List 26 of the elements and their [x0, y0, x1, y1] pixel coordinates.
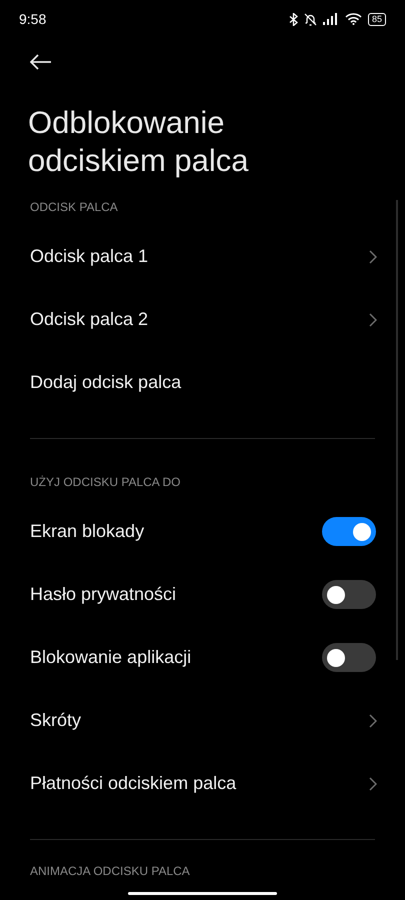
chevron-right-icon: [369, 312, 377, 326]
setting-label: Odcisk palca 1: [30, 245, 148, 268]
chevron-right-icon: [369, 714, 377, 728]
toggle-switch[interactable]: [322, 580, 376, 609]
section-header: UŻYJ ODCISKU PALCA DO: [30, 475, 180, 490]
back-arrow-icon[interactable]: [30, 54, 52, 70]
setting-label: Płatności odciskiem palca: [30, 772, 236, 795]
bluetooth-icon: [288, 12, 298, 26]
setting-label: Dodaj odcisk palca: [30, 371, 182, 394]
section-header: ANIMACJA ODCISKU PALCA: [30, 864, 190, 879]
status-time: 9:58: [19, 10, 46, 28]
chevron-right-icon: [369, 250, 377, 264]
chevron-right-icon: [369, 776, 377, 790]
setting-label: Hasło prywatności: [30, 583, 176, 606]
section-header: ODCISK PALCA: [30, 200, 118, 215]
battery-indicator: 85: [368, 12, 386, 26]
page-title: Odblokowanie odciskiem palca: [27, 104, 250, 180]
bell-off-icon: [304, 12, 317, 26]
toggle-switch[interactable]: [322, 517, 376, 546]
toggle-switch[interactable]: [322, 643, 376, 672]
wifi-icon: [344, 13, 362, 25]
setting-label: Skróty: [30, 709, 82, 732]
signal-icon: [322, 13, 339, 25]
setting-label: Ekran blokady: [30, 520, 144, 543]
setting-label: Odcisk palca 2: [30, 308, 148, 331]
setting-label: Blokowanie aplikacji: [30, 646, 192, 669]
